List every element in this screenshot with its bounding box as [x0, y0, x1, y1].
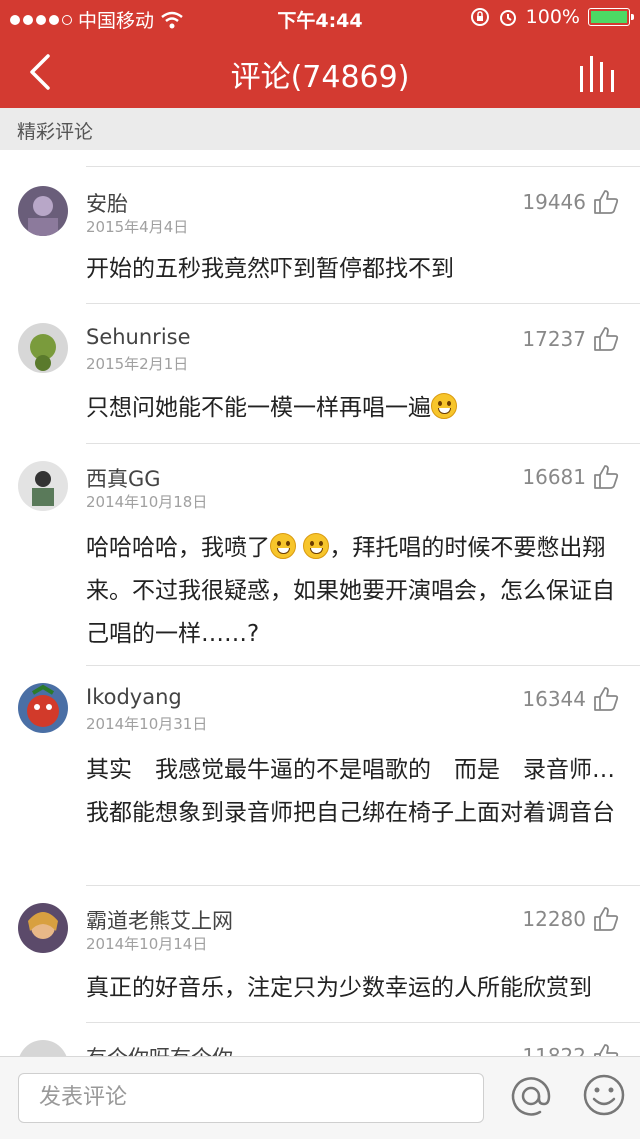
battery-icon — [588, 8, 634, 26]
nav-bar: 评论(74869) — [0, 36, 640, 108]
avatar[interactable] — [18, 186, 68, 236]
comment-item[interactable]: 有个你呀有个你 11822 — [0, 1022, 640, 1056]
avatar[interactable] — [18, 461, 68, 511]
thumbs-up-icon — [594, 190, 619, 214]
like-count: 17237 — [522, 327, 586, 351]
like-count: 19446 — [522, 190, 586, 214]
comment-date: 2015年2月1日 — [86, 355, 189, 373]
like-count: 16344 — [522, 687, 586, 711]
comment-item[interactable]: 西真GG 2014年10月18日 16681 哈哈哈哈，我喷了 ，拜托唱的时候不… — [0, 443, 640, 665]
like-button[interactable]: 16681 — [522, 463, 620, 491]
comment-item[interactable]: Sehunrise 2015年2月1日 17237 只想问她能不能一模一样再唱一… — [0, 303, 640, 441]
page-title: 评论(74869) — [230, 60, 410, 95]
comment-date: 2014年10月18日 — [86, 493, 208, 511]
thumbs-up-icon — [594, 687, 619, 711]
comment-text-part: 只想问她能不能一模一样再唱一遍 — [86, 395, 431, 421]
username[interactable]: Sehunrise — [86, 325, 191, 349]
like-button[interactable]: 12280 — [522, 905, 620, 933]
like-button[interactable]: 17237 — [522, 325, 620, 353]
grin-emoji-icon — [303, 533, 330, 559]
orientation-lock-icon — [470, 8, 489, 26]
divider — [86, 665, 640, 666]
section-header: 精彩评论 — [0, 108, 640, 150]
status-bar: 中国移动 下午4:44 100% — [0, 0, 640, 36]
emoji-icon[interactable] — [582, 1073, 626, 1117]
battery-percent: 100% — [525, 6, 580, 28]
username[interactable]: Ikodyang — [86, 685, 182, 709]
thumbs-up-icon — [594, 465, 619, 489]
thumbs-up-icon — [594, 327, 619, 351]
comment-date: 2015年4月4日 — [86, 218, 189, 236]
comment-date: 2014年10月31日 — [86, 715, 208, 733]
comment-text: 哈哈哈哈，我喷了 ，拜托唱的时候不要憋出翔来。不过我很疑惑，如果她要开演唱会，怎… — [86, 527, 618, 656]
divider — [86, 1022, 640, 1023]
comment-item[interactable]: 安胎 2015年4月4日 19446 开始的五秒我竟然吓到暂停都找不到 — [0, 166, 640, 298]
divider — [86, 166, 640, 167]
username[interactable]: 有个你呀有个你 — [86, 1042, 233, 1056]
comment-date: 2014年10月14日 — [86, 935, 208, 953]
username[interactable]: 霸道老熊艾上网 — [86, 905, 233, 935]
comment-text: 真正的好音乐，注定只为少数幸运的人所能欣赏到 — [86, 975, 592, 1001]
comment-text: 其实 我感觉最牛逼的不是唱歌的 而是 录音师…我都能想象到录音师把自己绑在椅子上… — [86, 757, 615, 826]
alarm-icon — [499, 10, 516, 26]
avatar[interactable] — [18, 323, 68, 373]
like-button[interactable]: 16344 — [522, 685, 620, 713]
grin-emoji-icon — [270, 533, 296, 559]
comment-text: 只想问她能不能一模一样再唱一遍 — [86, 387, 618, 430]
mention-at-icon[interactable] — [508, 1073, 554, 1119]
avatar[interactable] — [18, 903, 68, 953]
comment-input-bar: 发表评论 — [0, 1056, 640, 1139]
comment-list[interactable]: 安胎 2015年4月4日 19446 开始的五秒我竟然吓到暂停都找不到 Sehu… — [0, 150, 640, 1056]
section-title: 精彩评论 — [17, 121, 94, 143]
comment-text-part: 哈哈哈哈，我喷了 — [86, 535, 270, 561]
thumbs-up-icon — [594, 907, 619, 931]
comment-item[interactable]: 霸道老熊艾上网 2014年10月14日 12280 真正的好音乐，注定只为少数幸… — [0, 885, 640, 1020]
grin-emoji-icon — [431, 393, 457, 419]
divider — [86, 885, 640, 886]
comment-input[interactable]: 发表评论 — [18, 1073, 484, 1123]
comment-item[interactable]: Ikodyang 2014年10月31日 16344 其实 我感觉最牛逼的不是唱… — [0, 665, 640, 883]
divider — [86, 303, 640, 304]
equalizer-icon[interactable] — [578, 54, 618, 92]
username[interactable]: 西真GG — [86, 463, 161, 493]
comment-text: 开始的五秒我竟然吓到暂停都找不到 — [86, 256, 454, 282]
status-right: 100% — [470, 6, 634, 28]
username[interactable]: 安胎 — [86, 188, 128, 218]
like-count: 16681 — [522, 465, 586, 489]
like-count: 12280 — [522, 907, 586, 931]
like-button[interactable]: 19446 — [522, 188, 620, 216]
like-button[interactable]: 11822 — [522, 1042, 620, 1056]
thumbs-up-icon — [594, 1044, 619, 1056]
divider — [86, 443, 640, 444]
avatar[interactable] — [18, 1040, 68, 1056]
like-count: 11822 — [522, 1044, 586, 1056]
avatar[interactable] — [18, 683, 68, 733]
